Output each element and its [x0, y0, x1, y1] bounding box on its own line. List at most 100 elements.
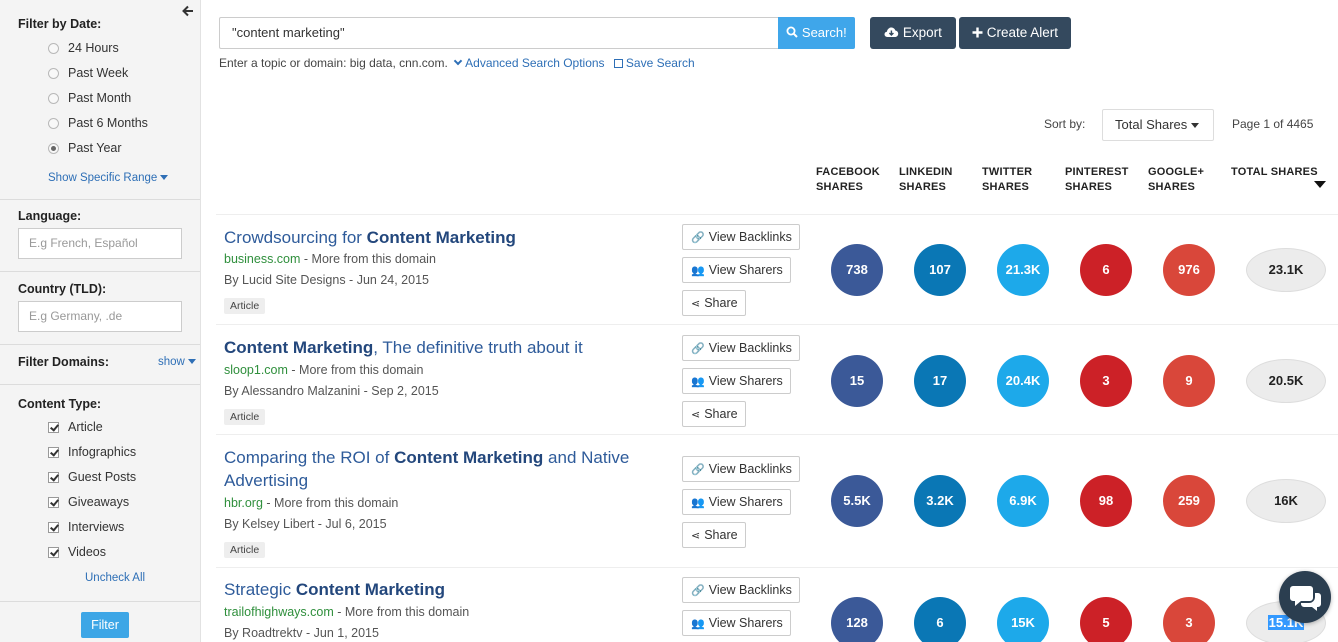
show-specific-range-link[interactable]: Show Specific Range: [48, 172, 169, 184]
checkbox-checked-icon[interactable]: [48, 472, 59, 483]
checkbox-checked-icon[interactable]: [48, 497, 59, 508]
country-section: Country (TLD): E.g Germany, .de: [0, 272, 200, 345]
date-option-24h[interactable]: 24 Hours: [0, 36, 200, 61]
result-domain-link[interactable]: sloop1.com: [224, 363, 288, 377]
checkbox-checked-icon[interactable]: [48, 422, 59, 433]
twitter-shares: 21.3K: [997, 244, 1049, 296]
date-option-6months[interactable]: Past 6 Months: [0, 111, 200, 136]
view-backlinks-button[interactable]: 🔗 View Backlinks: [682, 335, 800, 361]
content-type-section: Content Type: Article Infographics Guest…: [0, 385, 200, 595]
radio-icon[interactable]: [48, 68, 59, 79]
view-backlinks-button[interactable]: 🔗 View Backlinks: [682, 577, 800, 603]
content-type-article[interactable]: Article: [0, 415, 200, 440]
filter-domains-title: Filter Domains:: [18, 355, 109, 369]
sort-label: Sort by:: [1044, 117, 1086, 131]
radio-icon[interactable]: [48, 43, 59, 54]
caret-down-icon: [187, 359, 196, 365]
view-sharers-button[interactable]: 👥 View Sharers: [682, 610, 791, 636]
view-backlinks-button[interactable]: 🔗 View Backlinks: [682, 456, 800, 482]
view-sharers-button[interactable]: 👥 View Sharers: [682, 489, 791, 515]
checkbox-checked-icon[interactable]: [48, 547, 59, 558]
date-option-week[interactable]: Past Week: [0, 61, 200, 86]
column-header-facebook[interactable]: FACEBOOK SHARES: [816, 165, 880, 195]
facebook-shares: 5.5K: [831, 475, 883, 527]
result-row: Content Marketing, The definitive truth …: [216, 324, 1338, 434]
result-domain-link[interactable]: hbr.org: [224, 496, 263, 510]
facebook-shares: 738: [831, 244, 883, 296]
view-sharers-button[interactable]: 👥 View Sharers: [682, 257, 791, 283]
content-type-infographics[interactable]: Infographics: [0, 440, 200, 465]
share-button[interactable]: ⋖ Share: [682, 401, 746, 427]
search-hint: Enter a topic or domain: big data, cnn.c…: [219, 56, 695, 70]
google-shares: 3: [1163, 597, 1215, 642]
column-header-linkedin[interactable]: LINKEDIN SHARES: [899, 165, 953, 195]
result-domain-link[interactable]: trailofhighways.com: [224, 605, 334, 619]
date-option-year[interactable]: Past Year: [0, 136, 200, 161]
link-icon: 🔗: [691, 464, 705, 476]
country-title: Country (TLD):: [18, 282, 107, 296]
more-from-domain-link[interactable]: - More from this domain: [266, 496, 398, 510]
twitter-shares: 20.4K: [997, 355, 1049, 407]
language-input[interactable]: E.g French, Español: [18, 228, 182, 259]
result-title[interactable]: Comparing the ROI of Content Marketing a…: [224, 446, 654, 492]
result-tag: Article: [224, 298, 266, 314]
result-title[interactable]: Content Marketing, The definitive truth …: [224, 336, 654, 359]
share-icon: ⋖: [691, 409, 701, 421]
checkbox-checked-icon[interactable]: [48, 447, 59, 458]
column-header-twitter[interactable]: TWITTER SHARES: [982, 165, 1032, 195]
cloud-download-icon: [884, 27, 899, 37]
sort-select[interactable]: Total Shares: [1102, 109, 1214, 141]
pinterest-shares: 5: [1080, 597, 1132, 642]
result-domain-line: sloop1.com - More from this domain: [224, 363, 423, 377]
language-title: Language:: [18, 209, 82, 223]
more-from-domain-link[interactable]: - More from this domain: [304, 252, 436, 266]
share-icon: ⋖: [691, 298, 701, 310]
total-shares: 20.5K: [1246, 359, 1326, 403]
uncheck-all-link[interactable]: Uncheck All: [85, 572, 145, 584]
filter-domains-show-link[interactable]: show: [158, 356, 196, 368]
filter-button[interactable]: Filter: [81, 612, 129, 638]
share-button[interactable]: ⋖ Share: [682, 522, 746, 548]
column-header-total[interactable]: TOTAL SHARES: [1231, 165, 1318, 180]
content-type-interviews[interactable]: Interviews: [0, 515, 200, 540]
more-from-domain-link[interactable]: - More from this domain: [337, 605, 469, 619]
share-button[interactable]: ⋖ Share: [682, 290, 746, 316]
search-button[interactable]: Search!: [778, 17, 855, 49]
link-icon: 🔗: [691, 585, 705, 597]
result-domain-line: trailofhighways.com - More from this dom…: [224, 605, 469, 619]
radio-icon[interactable]: [48, 118, 59, 129]
checkbox-checked-icon[interactable]: [48, 522, 59, 533]
radio-icon[interactable]: [48, 93, 59, 104]
country-input[interactable]: E.g Germany, .de: [18, 301, 182, 332]
view-backlinks-button[interactable]: 🔗 View Backlinks: [682, 224, 800, 250]
export-button[interactable]: Export: [870, 17, 956, 49]
search-icon: [786, 26, 798, 38]
advanced-search-link[interactable]: Advanced Search Options: [451, 56, 605, 70]
users-icon: 👥: [691, 265, 705, 277]
domains-section: Filter Domains: show: [0, 345, 200, 385]
create-alert-button[interactable]: Create Alert: [959, 17, 1071, 49]
linkedin-shares: 17: [914, 355, 966, 407]
result-domain-link[interactable]: business.com: [224, 252, 300, 266]
result-title[interactable]: Crowdsourcing for Content Marketing: [224, 226, 654, 249]
search-input[interactable]: "content marketing": [219, 17, 779, 49]
content-type-guest-posts[interactable]: Guest Posts: [0, 465, 200, 490]
result-title[interactable]: Strategic Content Marketing: [224, 578, 654, 601]
save-icon: [613, 59, 623, 68]
content-type-videos[interactable]: Videos: [0, 540, 200, 565]
date-option-month[interactable]: Past Month: [0, 86, 200, 111]
content-type-options: Article Infographics Guest Posts Giveawa…: [0, 415, 200, 565]
total-shares: 23.1K: [1246, 248, 1326, 292]
more-from-domain-link[interactable]: - More from this domain: [291, 363, 423, 377]
google-shares: 9: [1163, 355, 1215, 407]
chat-button[interactable]: [1279, 571, 1331, 623]
content-type-giveaways[interactable]: Giveaways: [0, 490, 200, 515]
column-header-pinterest[interactable]: PINTEREST SHARES: [1065, 165, 1129, 195]
plus-icon: [972, 27, 983, 38]
radio-checked-icon[interactable]: [48, 143, 59, 154]
save-search-link[interactable]: Save Search: [608, 56, 695, 70]
view-sharers-button[interactable]: 👥 View Sharers: [682, 368, 791, 394]
date-filter-section: Filter by Date: 24 Hours Past Week Past …: [0, 0, 200, 200]
column-header-google[interactable]: GOOGLE+ SHARES: [1148, 165, 1204, 195]
pinterest-shares: 6: [1080, 244, 1132, 296]
